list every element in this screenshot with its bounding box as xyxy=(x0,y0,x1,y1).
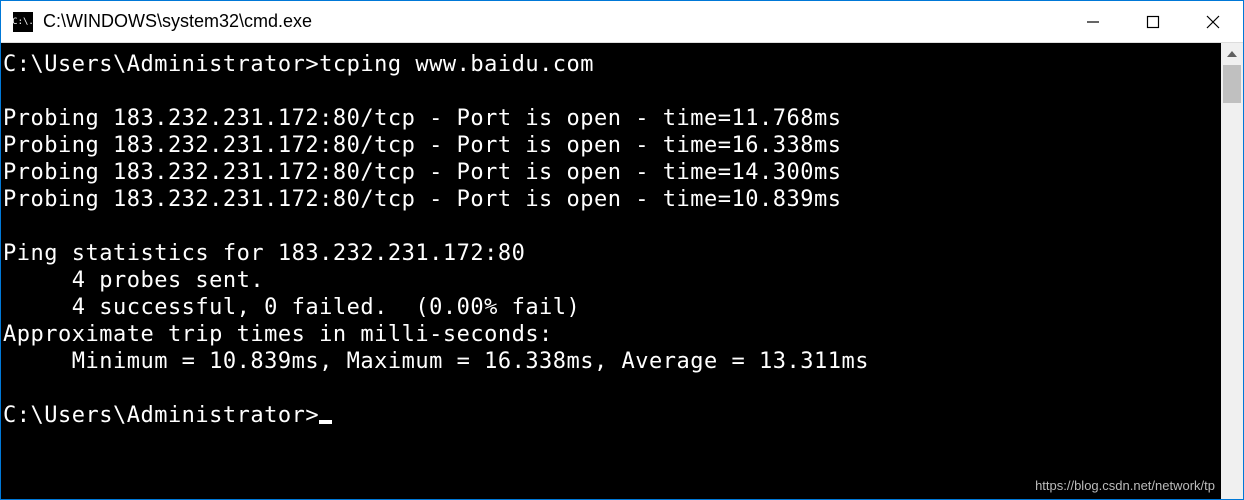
stats-success: 4 successful, 0 failed. (0.00% fail) xyxy=(3,295,580,320)
window-controls xyxy=(1063,1,1243,42)
cmd-icon: C:\. xyxy=(13,12,33,32)
titlebar[interactable]: C:\. C:\WINDOWS\system32\cmd.exe xyxy=(1,1,1243,43)
cursor xyxy=(319,420,332,424)
scroll-up-icon[interactable] xyxy=(1221,43,1243,65)
terminal-area: C:\Users\Administrator>tcping www.baidu.… xyxy=(1,43,1243,499)
prompt-line: C:\Users\Administrator> xyxy=(3,52,319,77)
stats-sent: 4 probes sent. xyxy=(3,268,264,293)
terminal-output[interactable]: C:\Users\Administrator>tcping www.baidu.… xyxy=(1,43,1221,499)
minimize-button[interactable] xyxy=(1063,1,1123,42)
watermark: https://blog.csdn.net/network/tp xyxy=(1035,478,1215,493)
approx-values: Minimum = 10.839ms, Maximum = 16.338ms, … xyxy=(3,349,869,374)
probe-line: Probing 183.232.231.172:80/tcp - Port is… xyxy=(3,106,841,131)
approx-header: Approximate trip times in milli-seconds: xyxy=(3,322,553,347)
probe-line: Probing 183.232.231.172:80/tcp - Port is… xyxy=(3,160,841,185)
probe-line: Probing 183.232.231.172:80/tcp - Port is… xyxy=(3,187,841,212)
window-title: C:\WINDOWS\system32\cmd.exe xyxy=(43,11,1063,32)
probe-line: Probing 183.232.231.172:80/tcp - Port is… xyxy=(3,133,841,158)
prompt-line: C:\Users\Administrator> xyxy=(3,403,319,428)
command-text: tcping www.baidu.com xyxy=(319,52,594,77)
stats-header: Ping statistics for 183.232.231.172:80 xyxy=(3,241,525,266)
maximize-button[interactable] xyxy=(1123,1,1183,42)
scroll-thumb[interactable] xyxy=(1223,65,1241,103)
close-button[interactable] xyxy=(1183,1,1243,42)
scrollbar[interactable] xyxy=(1221,43,1243,499)
